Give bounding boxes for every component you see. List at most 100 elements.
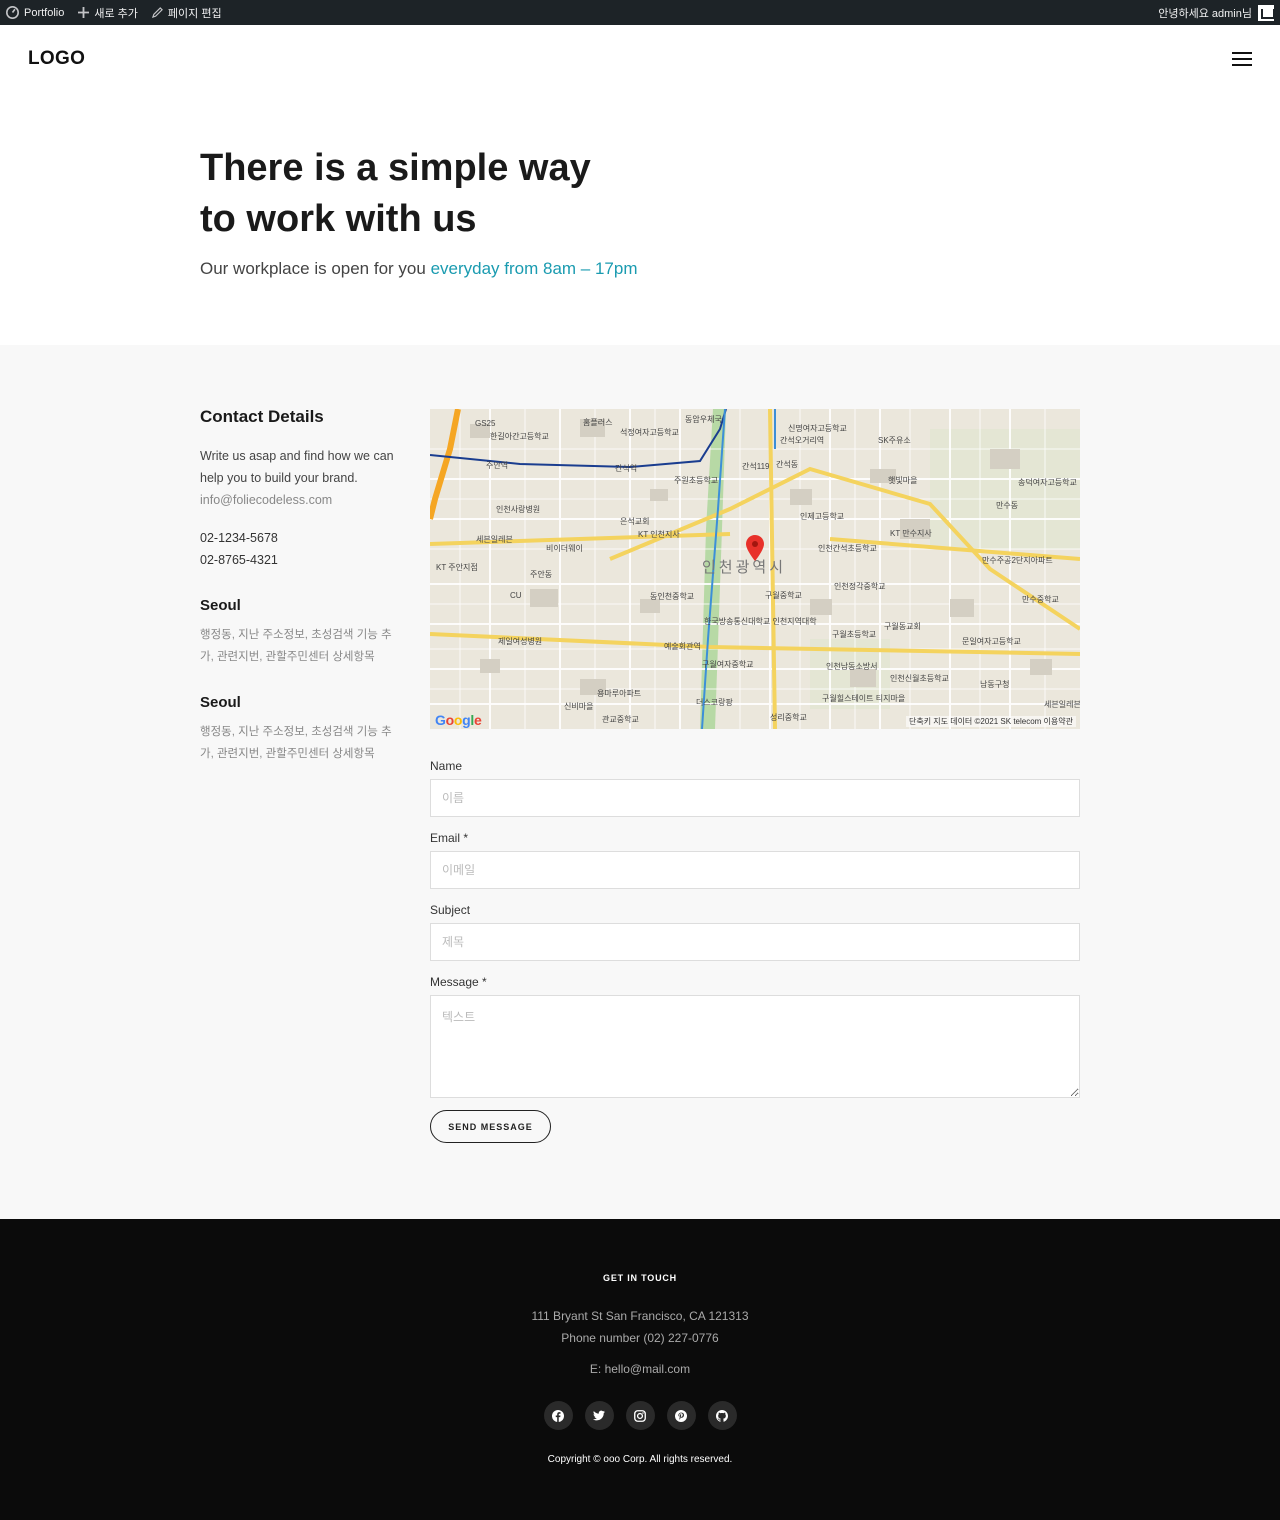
github-icon[interactable] [707, 1401, 737, 1430]
map-label: CU [510, 591, 522, 600]
contact-phone-1[interactable]: 02-1234-5678 [200, 527, 400, 549]
hero-title-line1: There is a simple way [200, 147, 591, 189]
admin-bar-site-label: Portfolio [24, 6, 65, 19]
map-label: 인제고등학교 [800, 512, 845, 521]
subject-label: Subject [430, 903, 471, 917]
map-attribution[interactable]: 단축키 지도 데이터 ©2021 SK telecom 이용약관 [905, 716, 1076, 727]
admin-bar-site[interactable]: Portfolio [6, 6, 64, 19]
plus-icon [78, 7, 90, 18]
twitter-icon[interactable] [584, 1401, 614, 1430]
message-field[interactable] [430, 995, 1080, 1098]
facebook-icon[interactable] [543, 1401, 573, 1430]
admin-bar-account[interactable]: 안녕하세요 admin님 [1158, 4, 1275, 21]
location-address-1: 행정동, 지난 주소정보, 초성검색 기능 추가, 관련지번, 관할주민센터 상… [200, 629, 392, 663]
contact-section: Contact Details Write us asap and find h… [0, 345, 1280, 1219]
admin-bar-edit-label: 페이지 편집 [167, 7, 222, 20]
map-label: 만수주공2단지아파트 [982, 556, 1053, 565]
map-label: 한길아간고등학교 [490, 432, 549, 441]
map-label: 주안동 [530, 570, 553, 579]
contact-phone-2[interactable]: 02-8765-4321 [200, 549, 400, 571]
map-label: 성리중학교 [770, 713, 807, 722]
contact-details-heading: Contact Details [200, 407, 324, 426]
map-label: 구월여자중학교 [702, 660, 754, 669]
contact-details-text: Write us asap and find how we can help y… [200, 449, 394, 485]
map-label: 간석119 [742, 462, 770, 471]
map-label: 문일여자고등학교 [962, 637, 1021, 646]
contact-form: Name Email * Subject Message * SEND MESS… [430, 759, 1080, 1143]
pencil-icon [151, 7, 163, 18]
footer-address: 111 Bryant St San Francisco, CA 121313 [531, 1309, 749, 1323]
dashboard-icon [6, 6, 19, 19]
site-footer: GET IN TOUCH 111 Bryant St San Francisco… [0, 1219, 1280, 1520]
subject-field[interactable] [430, 923, 1080, 961]
map-label: 만수동 [996, 501, 1019, 510]
footer-address-block: 111 Bryant St San Francisco, CA 121313 P… [0, 1305, 1280, 1349]
footer-email[interactable]: E: hello@mail.com [0, 1362, 1280, 1376]
map-label: 인천남동소방서 [826, 662, 878, 671]
admin-bar-new[interactable]: 새로 추가 [78, 5, 138, 21]
instagram-icon[interactable] [625, 1401, 655, 1430]
hero-title: There is a simple way to work with us [200, 143, 680, 245]
footer-title: GET IN TOUCH [603, 1273, 677, 1283]
avatar [1258, 4, 1275, 21]
email-field[interactable] [430, 851, 1080, 889]
map-label: 신비마을 [564, 702, 594, 711]
map-label: 세븐일레븐 [476, 535, 513, 544]
name-label: Name [430, 759, 463, 773]
map-label: 간석동 [776, 460, 799, 469]
name-field[interactable] [430, 779, 1080, 817]
contact-email[interactable]: info@foliecodeless.com [200, 489, 400, 511]
admin-bar-new-label: 새로 추가 [94, 7, 138, 20]
map-label: 주안역 [486, 461, 509, 470]
map-label: 간석역 [615, 464, 638, 473]
send-message-button[interactable]: SEND MESSAGE [430, 1110, 551, 1143]
hero-subtitle-hours: everyday from 8am – 17pm [430, 259, 638, 278]
map-label: 구월힐스테이트 티지마을 [822, 694, 906, 703]
subject-field-group: Subject [430, 903, 1080, 961]
location-city-2: Seoul [200, 694, 241, 711]
map-label: 만수중학교 [1022, 595, 1059, 604]
map-label: 더스코랑팡 [696, 698, 733, 707]
map-label: 한국방송통신대학교 인천지역대학 [704, 617, 817, 626]
map-label: 홈플러스 [583, 418, 613, 427]
location-city-1: Seoul [200, 597, 241, 614]
logo[interactable]: LOGO [28, 48, 85, 70]
map-label: 인천사랑병원 [496, 505, 541, 514]
hero-section: There is a simple way to work with us Ou… [0, 93, 1280, 345]
menu-icon[interactable] [1232, 52, 1252, 66]
map-label: SK주유소 [878, 436, 911, 445]
message-label: Message * [430, 975, 487, 989]
email-field-group: Email * [430, 831, 1080, 889]
admin-bar-edit[interactable]: 페이지 편집 [151, 5, 222, 21]
map-label: 송덕여자고등학교 [1018, 478, 1077, 487]
admin-bar: Portfolio 새로 추가 페이지 편집 안녕하세요 admin님 [0, 0, 1280, 25]
hero-title-line2: to work with us [200, 198, 477, 240]
map-label: KT 인천지사 [638, 530, 680, 539]
map-label: 비이더웨이 [546, 544, 583, 553]
map-label: 인천정각중학교 [834, 582, 886, 591]
map-label: 신명여자고등학교 [788, 424, 847, 433]
map-label: 구월동교회 [884, 622, 921, 631]
pinterest-icon[interactable] [666, 1401, 696, 1430]
map-label: 세븐일레븐 [1044, 700, 1080, 709]
map-label: 남동구청 [980, 680, 1010, 689]
map-label: 인천신월초등학교 [890, 674, 949, 683]
map-label: 동암우체국 [685, 415, 722, 424]
footer-phone: Phone number (02) 227-0776 [561, 1331, 719, 1345]
map[interactable]: GS25 한길아간고등학교 홈플러스 석정여자고등학교 동암우체국 신명여자고등… [430, 409, 1080, 729]
hero-subtitle: Our workplace is open for you everyday f… [200, 259, 638, 279]
map-label: 주원초등학교 [674, 476, 719, 485]
copyright: Copyright © ooo Corp. All rights reserve… [547, 1454, 733, 1465]
map-label: KT 주안지점 [436, 563, 478, 572]
map-pin-icon[interactable] [746, 535, 764, 561]
map-label: 제일여성병원 [498, 637, 543, 646]
contact-phones: 02-1234-5678 02-8765-4321 [200, 527, 400, 571]
map-label: 동인천중학교 [650, 592, 695, 601]
site-header: LOGO [0, 25, 1280, 93]
message-field-group: Message * [430, 975, 1080, 1098]
location-address-2: 행정동, 지난 주소정보, 초성검색 기능 추가, 관련지번, 관할주민센터 상… [200, 726, 392, 760]
admin-bar-greeting: 안녕하세요 admin님 [1158, 7, 1252, 20]
email-label: Email * [430, 831, 469, 845]
map-label: 용마루아파트 [597, 689, 642, 698]
social-links [0, 1401, 1280, 1430]
